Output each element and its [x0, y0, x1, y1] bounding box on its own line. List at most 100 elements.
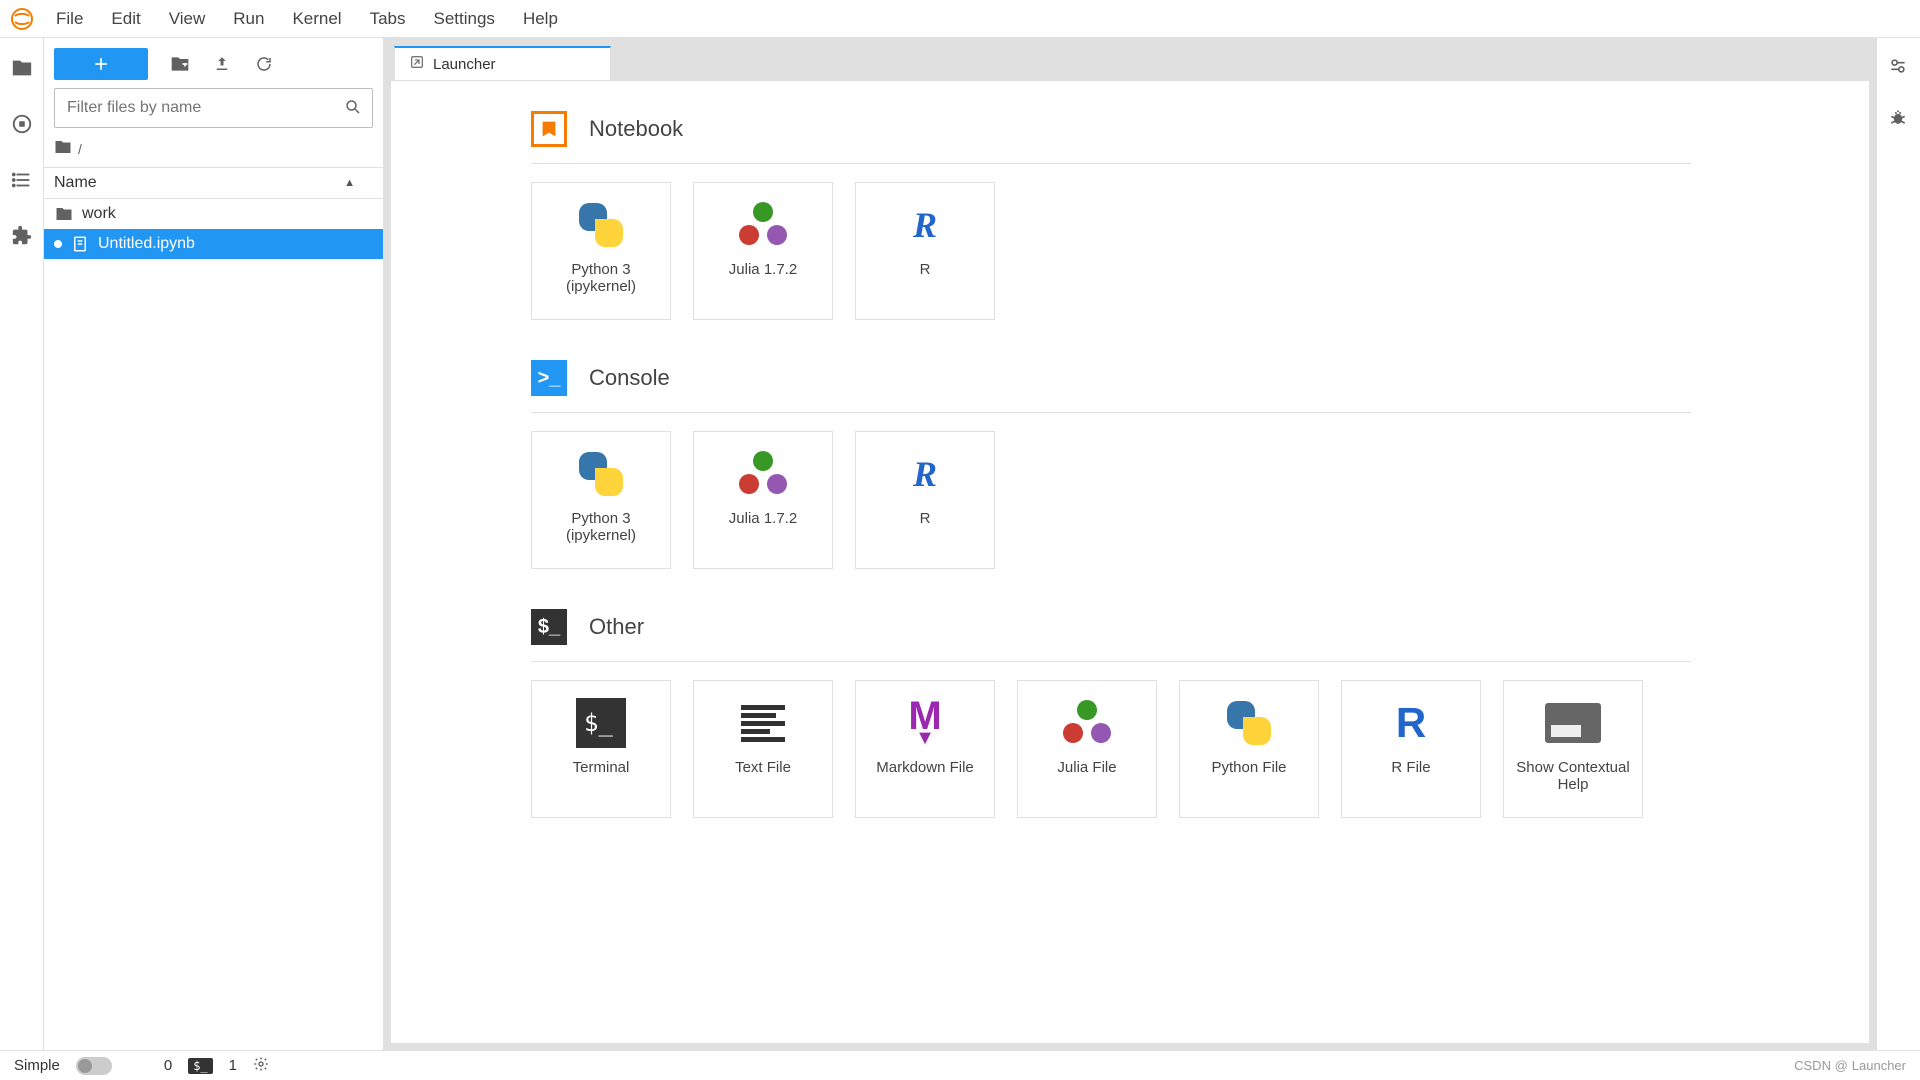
- card-label: Julia File: [1027, 759, 1147, 776]
- menu-help[interactable]: Help: [509, 7, 572, 31]
- menu-run[interactable]: Run: [219, 7, 278, 31]
- terminal-icon: $_: [576, 698, 626, 748]
- jupyter-logo-icon: [8, 5, 36, 33]
- file-row[interactable]: work: [44, 199, 383, 229]
- refresh-icon[interactable]: [254, 54, 274, 74]
- simple-mode-toggle[interactable]: [76, 1057, 112, 1075]
- search-icon: [344, 98, 362, 119]
- julia-icon: [739, 450, 787, 498]
- card-row: Python 3 (ipykernel) Julia 1.7.2 RR: [531, 182, 1691, 320]
- text-file-icon: [741, 703, 785, 743]
- tab-title: Launcher: [433, 56, 496, 73]
- status-bar: Simple 0 $_ 1 CSDN @ Launcher: [0, 1050, 1920, 1080]
- launcher-card[interactable]: Julia 1.7.2: [693, 431, 833, 569]
- file-list: work Untitled.ipynb: [44, 199, 383, 1050]
- running-icon[interactable]: [10, 112, 34, 136]
- card-label: Julia 1.7.2: [703, 261, 823, 278]
- card-label: Show Contextual Help: [1513, 759, 1633, 793]
- launcher-card[interactable]: Show Contextual Help: [1503, 680, 1643, 818]
- card-label: R: [865, 510, 985, 527]
- section-header: Notebook: [531, 111, 1691, 147]
- menu-view[interactable]: View: [155, 7, 220, 31]
- kernel-count: 0: [164, 1057, 172, 1074]
- launcher-card[interactable]: Text File: [693, 680, 833, 818]
- debugger-icon[interactable]: [1888, 108, 1910, 130]
- menu-tabs[interactable]: Tabs: [356, 7, 420, 31]
- main-area: / Name ▲ work Untitled.ipynb Launcher Not…: [0, 38, 1920, 1050]
- file-list-header[interactable]: Name ▲: [44, 167, 383, 199]
- launcher-card[interactable]: Python File: [1179, 680, 1319, 818]
- launcher-card[interactable]: M▼ Markdown File: [855, 680, 995, 818]
- folder-icon: [54, 138, 72, 159]
- markdown-icon: M▼: [908, 701, 941, 745]
- python-icon: [577, 450, 625, 498]
- running-dot-icon: [54, 240, 62, 248]
- file-browser-panel: / Name ▲ work Untitled.ipynb: [44, 38, 384, 1050]
- file-name: work: [82, 205, 116, 223]
- launcher-card[interactable]: Python 3 (ipykernel): [531, 182, 671, 320]
- watermark-hint: Launcher: [1852, 1058, 1906, 1073]
- menu-bar: FileEditViewRunKernelTabsSettingsHelp: [0, 0, 1920, 38]
- filter-box[interactable]: [54, 88, 373, 128]
- section-title: Console: [589, 365, 670, 391]
- tab-launcher[interactable]: Launcher: [394, 46, 611, 80]
- launcher-card[interactable]: Julia File: [1017, 680, 1157, 818]
- section-title: Other: [589, 614, 644, 640]
- new-launcher-button[interactable]: [54, 48, 148, 80]
- card-label: Python 3 (ipykernel): [541, 510, 661, 544]
- card-label: R: [865, 261, 985, 278]
- launcher: NotebookPython 3 (ipykernel)Julia 1.7.2R…: [390, 80, 1870, 1044]
- file-name: Untitled.ipynb: [98, 235, 195, 253]
- new-folder-icon[interactable]: [170, 54, 190, 74]
- settings-status-icon[interactable]: [253, 1056, 269, 1076]
- section-rule: [531, 412, 1691, 413]
- card-row: $_ Terminal Text File M▼ Markdown File Julia …: [531, 680, 1691, 818]
- notebook-icon: [70, 234, 90, 254]
- launcher-tab-icon: [409, 54, 425, 74]
- sort-indicator-icon: ▲: [344, 177, 355, 189]
- section-header: $_Other: [531, 609, 1691, 645]
- help-icon: [1545, 703, 1601, 743]
- python-icon: [1225, 699, 1273, 747]
- property-inspector-icon[interactable]: [1888, 56, 1910, 78]
- terminal-count: 1: [229, 1057, 237, 1074]
- menu-file[interactable]: File: [42, 7, 97, 31]
- file-row[interactable]: Untitled.ipynb: [44, 229, 383, 259]
- r-icon: R: [913, 204, 937, 246]
- card-label: R File: [1351, 759, 1471, 776]
- menu-settings[interactable]: Settings: [420, 7, 509, 31]
- upload-icon[interactable]: [212, 54, 232, 74]
- toc-icon[interactable]: [10, 168, 34, 192]
- dock-panel: Launcher Notebook Python 3 (ipykernel) Jul…: [384, 38, 1876, 1050]
- breadcrumb[interactable]: /: [44, 136, 383, 167]
- section-header: >_Console: [531, 360, 1691, 396]
- extensions-icon[interactable]: [10, 224, 34, 248]
- julia-icon: [1063, 699, 1111, 747]
- left-activity-bar: [0, 38, 44, 1050]
- launcher-card[interactable]: Python 3 (ipykernel): [531, 431, 671, 569]
- filter-input[interactable]: [65, 98, 344, 118]
- launcher-card[interactable]: $_ Terminal: [531, 680, 671, 818]
- card-label: Python 3 (ipykernel): [541, 261, 661, 295]
- julia-icon: [739, 201, 787, 249]
- python-icon: [577, 201, 625, 249]
- section-title: Notebook: [589, 116, 683, 142]
- simple-mode-label: Simple: [14, 1057, 60, 1074]
- file-browser-toolbar: [44, 38, 383, 88]
- card-label: Terminal: [541, 759, 661, 776]
- r-icon: R: [913, 453, 937, 495]
- card-label: Markdown File: [865, 759, 985, 776]
- card-label: Python File: [1189, 759, 1309, 776]
- breadcrumb-separator: /: [78, 141, 82, 157]
- launcher-card[interactable]: RR: [855, 431, 995, 569]
- section-rule: [531, 163, 1691, 164]
- launcher-card[interactable]: Julia 1.7.2: [693, 182, 833, 320]
- card-row: Python 3 (ipykernel)Julia 1.7.2RR: [531, 431, 1691, 569]
- menu-kernel[interactable]: Kernel: [278, 7, 355, 31]
- launcher-card[interactable]: RR: [855, 182, 995, 320]
- section-rule: [531, 661, 1691, 662]
- right-activity-bar: [1876, 38, 1920, 1050]
- file-browser-icon[interactable]: [10, 56, 34, 80]
- menu-edit[interactable]: Edit: [97, 7, 154, 31]
- launcher-card[interactable]: RR File: [1341, 680, 1481, 818]
